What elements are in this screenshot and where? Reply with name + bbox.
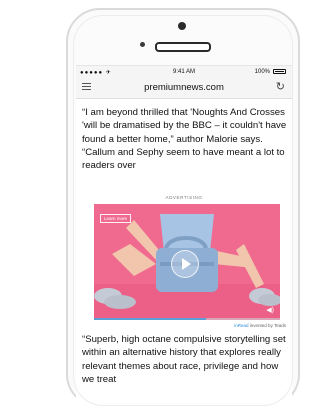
earpiece-speaker: [155, 42, 211, 52]
mute-icon[interactable]: ◀︎): [266, 306, 274, 314]
video-ad[interactable]: Learn more ◀︎): [94, 204, 280, 320]
proximity-sensor: [140, 42, 145, 47]
address-bar[interactable]: premiumnews.com: [116, 82, 252, 93]
browser-toolbar: premiumnews.com ↻: [76, 78, 292, 99]
battery-percent: 100%: [254, 69, 270, 75]
phone-frame: ●●●●● ✈ 9:41 AM 100% premiumnews.com ↻ “…: [66, 8, 300, 411]
inread-brand: inRead: [234, 323, 249, 328]
article-paragraph-2: “Superb, high octane compulsive storytel…: [82, 334, 286, 385]
hamburger-icon[interactable]: [82, 83, 91, 91]
video-progress-track: [94, 318, 280, 320]
ad-attribution[interactable]: inRead invented by Teads: [234, 323, 286, 328]
ad-label: ADVERTISING: [165, 195, 203, 200]
inread-suffix: invented by Teads: [248, 323, 286, 328]
battery-icon: [273, 69, 286, 74]
video-progress-bar: [94, 318, 206, 320]
play-icon[interactable]: [171, 250, 199, 278]
status-bar: ●●●●● ✈ 9:41 AM 100%: [76, 66, 292, 78]
article-paragraph: “I am beyond thrilled that 'Noughts And …: [82, 107, 287, 172]
front-camera: [178, 22, 186, 30]
learn-more-button[interactable]: Learn more: [100, 214, 132, 223]
reload-icon[interactable]: ↻: [276, 80, 285, 93]
phone-screen: ●●●●● ✈ 9:41 AM 100% premiumnews.com ↻ “…: [76, 65, 292, 411]
